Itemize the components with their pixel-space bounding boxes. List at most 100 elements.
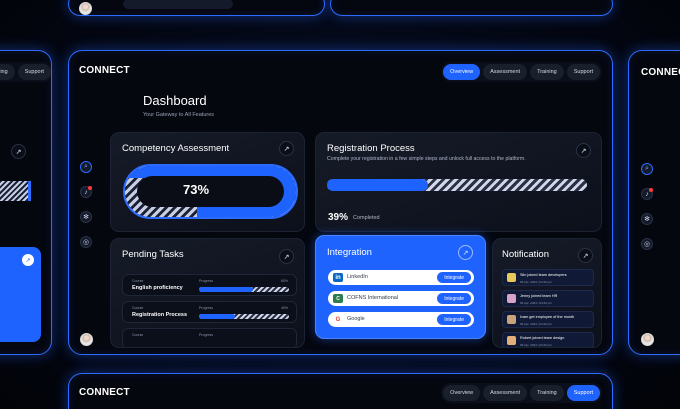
right-preview-frame: CONNECT ⌕ ♪ ✻ ◎ <box>628 50 680 355</box>
task-label: Course <box>132 306 144 310</box>
nav-training[interactable]: Training <box>0 64 15 80</box>
notification-item[interactable]: Robert joined team design 06 Apr, 2024 |… <box>502 332 594 347</box>
notification-text: Slin joined team developers <box>520 273 567 277</box>
task-name: Registration Process <box>132 312 188 318</box>
scene: Training Support ↗ ↗ CONNECT ⌕ ♪ ✻ ◎ CON… <box>0 0 680 409</box>
arrow-icon[interactable]: ↗ <box>11 144 26 159</box>
nav-assessment[interactable]: Assessment <box>483 385 528 401</box>
integration-row-cofns: C COFNS International Integrate <box>328 291 474 306</box>
avatar[interactable] <box>80 333 93 346</box>
task-row[interactable]: Course Progress <box>122 328 297 347</box>
arrow-icon[interactable]: ↗ <box>22 254 34 266</box>
arrow-icon[interactable]: ↗ <box>576 143 591 158</box>
integration-row-google: G Google Integrate <box>328 312 474 327</box>
notification-card: Notification ↗ Slin joined team develope… <box>492 238 602 348</box>
notification-thumbnail <box>507 273 516 282</box>
notification-text: Ivam get employee of the month <box>520 315 575 319</box>
integration-name: LinkedIn <box>347 274 368 280</box>
task-percent: 60% <box>280 279 288 283</box>
arrow-icon[interactable]: ↗ <box>578 248 593 263</box>
arrow-icon[interactable]: ↗ <box>279 141 294 156</box>
integrate-button[interactable]: Integrate <box>437 293 471 304</box>
task-progress-bar <box>199 287 289 292</box>
arrow-icon[interactable]: ↗ <box>458 245 473 260</box>
integration-card: Integration ↗ in LinkedIn Integrate C CO… <box>315 235 486 339</box>
brand-logo: CONNECT <box>79 65 130 76</box>
competency-card: Competency Assessment ↗ 73% <box>110 132 305 232</box>
linkedin-icon: in <box>333 273 343 282</box>
bell-icon[interactable]: ♪ <box>80 186 92 198</box>
task-label: Course <box>132 279 144 283</box>
bell-icon[interactable]: ♪ <box>641 188 653 200</box>
notification-thumbnail <box>507 315 516 324</box>
search-icon[interactable]: ⌕ <box>641 163 653 175</box>
cofns-icon: C <box>333 294 343 303</box>
main-dashboard-frame: CONNECT Overview Assessment Training Sup… <box>68 50 613 355</box>
side-rail: ⌕ ♪ ✻ ◎ <box>80 161 92 248</box>
task-progress-label: Progress <box>199 279 214 283</box>
nav-training[interactable]: Training <box>530 64 564 80</box>
task-percent: 40% <box>280 306 288 310</box>
registration-percent: 39% <box>328 212 349 223</box>
page-title: Dashboard <box>143 93 207 108</box>
task-row[interactable]: Course Registration Process Progress 40% <box>122 301 297 323</box>
pending-title: Pending Tasks <box>122 249 184 260</box>
nav-support[interactable]: Support <box>566 385 600 401</box>
left-preview-frame: Training Support ↗ ↗ <box>0 50 52 355</box>
registration-title: Registration Process <box>327 143 415 154</box>
task-row[interactable]: Course English proficiency Progress 60% <box>122 274 297 296</box>
bottom-nav: Overview Assessment Training Support <box>441 383 602 403</box>
registration-card: Registration Process Complete your regis… <box>315 132 602 232</box>
notification-item[interactable]: Slin joined team developers 06 Apr, 2024… <box>502 269 594 286</box>
integration-title: Integration <box>327 247 372 258</box>
nav-overview[interactable]: Overview <box>443 64 481 80</box>
globe-icon[interactable]: ◎ <box>641 238 653 250</box>
top-nav: Overview Assessment Training Support <box>441 62 602 82</box>
notification-item[interactable]: Jenny joined team HR 06 Apr, 2024 | 04:2… <box>502 290 594 307</box>
google-icon: G <box>333 315 343 324</box>
notification-date: 06 Apr, 2024 | 04:20 pm <box>520 280 552 284</box>
competency-progress-inner <box>137 176 284 207</box>
left-preview-integration-card: ↗ <box>0 247 41 342</box>
gear-icon[interactable]: ✻ <box>80 211 92 223</box>
task-progress-label: Progress <box>199 333 214 337</box>
notification-title: Notification <box>502 249 549 260</box>
integration-row-linkedin: in LinkedIn Integrate <box>328 270 474 285</box>
search-icon[interactable]: ⌕ <box>80 161 92 173</box>
nav-overview[interactable]: Overview <box>443 385 481 401</box>
integrate-button[interactable]: Integrate <box>437 314 471 325</box>
nav-training[interactable]: Training <box>530 385 564 401</box>
competency-progress-ring <box>123 164 298 219</box>
nav-support[interactable]: Support <box>17 64 51 80</box>
nav-support[interactable]: Support <box>566 64 600 80</box>
task-label: Course <box>132 333 144 337</box>
notification-thumbnail <box>507 336 516 345</box>
avatar[interactable] <box>79 2 92 15</box>
brand-logo: CONNECT <box>641 67 680 78</box>
integrate-button[interactable]: Integrate <box>437 272 471 283</box>
notification-dot <box>649 188 653 192</box>
top-preview-frame-right <box>330 0 613 16</box>
notification-item[interactable]: Ivam get employee of the month 06 Apr, 2… <box>502 311 594 328</box>
task-progress-fill <box>199 314 235 319</box>
left-preview-progress <box>0 181 31 201</box>
gear-icon[interactable]: ✻ <box>641 213 653 225</box>
task-progress-bar <box>199 314 289 319</box>
nav-assessment[interactable]: Assessment <box>483 64 528 80</box>
task-progress-label: Progress <box>199 306 214 310</box>
avatar[interactable] <box>641 333 654 346</box>
registration-progress-bar <box>327 179 587 191</box>
arrow-icon[interactable]: ↗ <box>279 249 294 264</box>
pending-tasks-card: Pending Tasks ↗ Course English proficien… <box>110 238 305 348</box>
left-preview-nav: Training Support <box>0 62 51 82</box>
notification-dot <box>88 186 92 190</box>
registration-description: Complete your registration in a few simp… <box>327 156 526 162</box>
registration-status: Completed <box>353 215 380 221</box>
right-preview-rail: ⌕ ♪ ✻ ◎ <box>641 163 653 250</box>
top-preview-bar <box>123 0 233 9</box>
top-preview-frame <box>68 0 325 16</box>
integration-name: Google <box>347 316 365 322</box>
globe-icon[interactable]: ◎ <box>80 236 92 248</box>
notification-date: 06 Apr, 2024 | 04:20 pm <box>520 301 552 305</box>
integration-name: COFNS International <box>347 295 399 301</box>
